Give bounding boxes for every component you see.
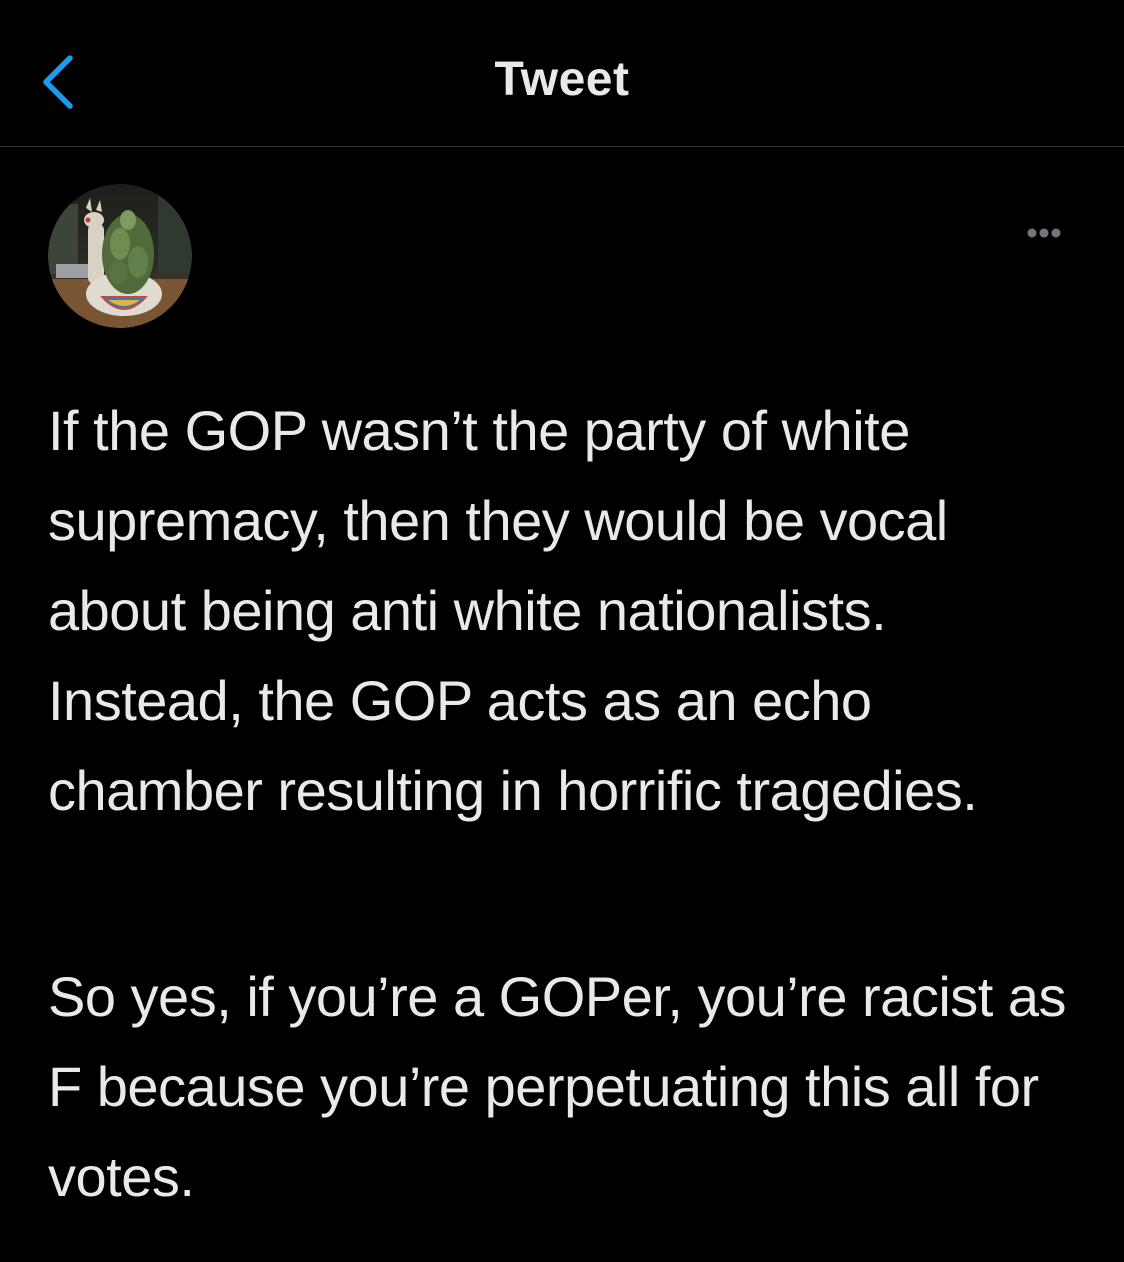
avatar-image	[48, 184, 192, 328]
more-options-button[interactable]	[1020, 218, 1080, 248]
tweet-paragraph: If the GOP wasn’t the party of white sup…	[48, 399, 978, 822]
tweet-paragraph: So yes, if you’re a GOPer, you’re racist…	[48, 965, 1067, 1208]
top-nav-bar: Tweet	[0, 0, 1124, 147]
page-title: Tweet	[494, 53, 630, 106]
ellipsis-icon	[1027, 228, 1061, 238]
avatar[interactable]	[48, 184, 192, 328]
